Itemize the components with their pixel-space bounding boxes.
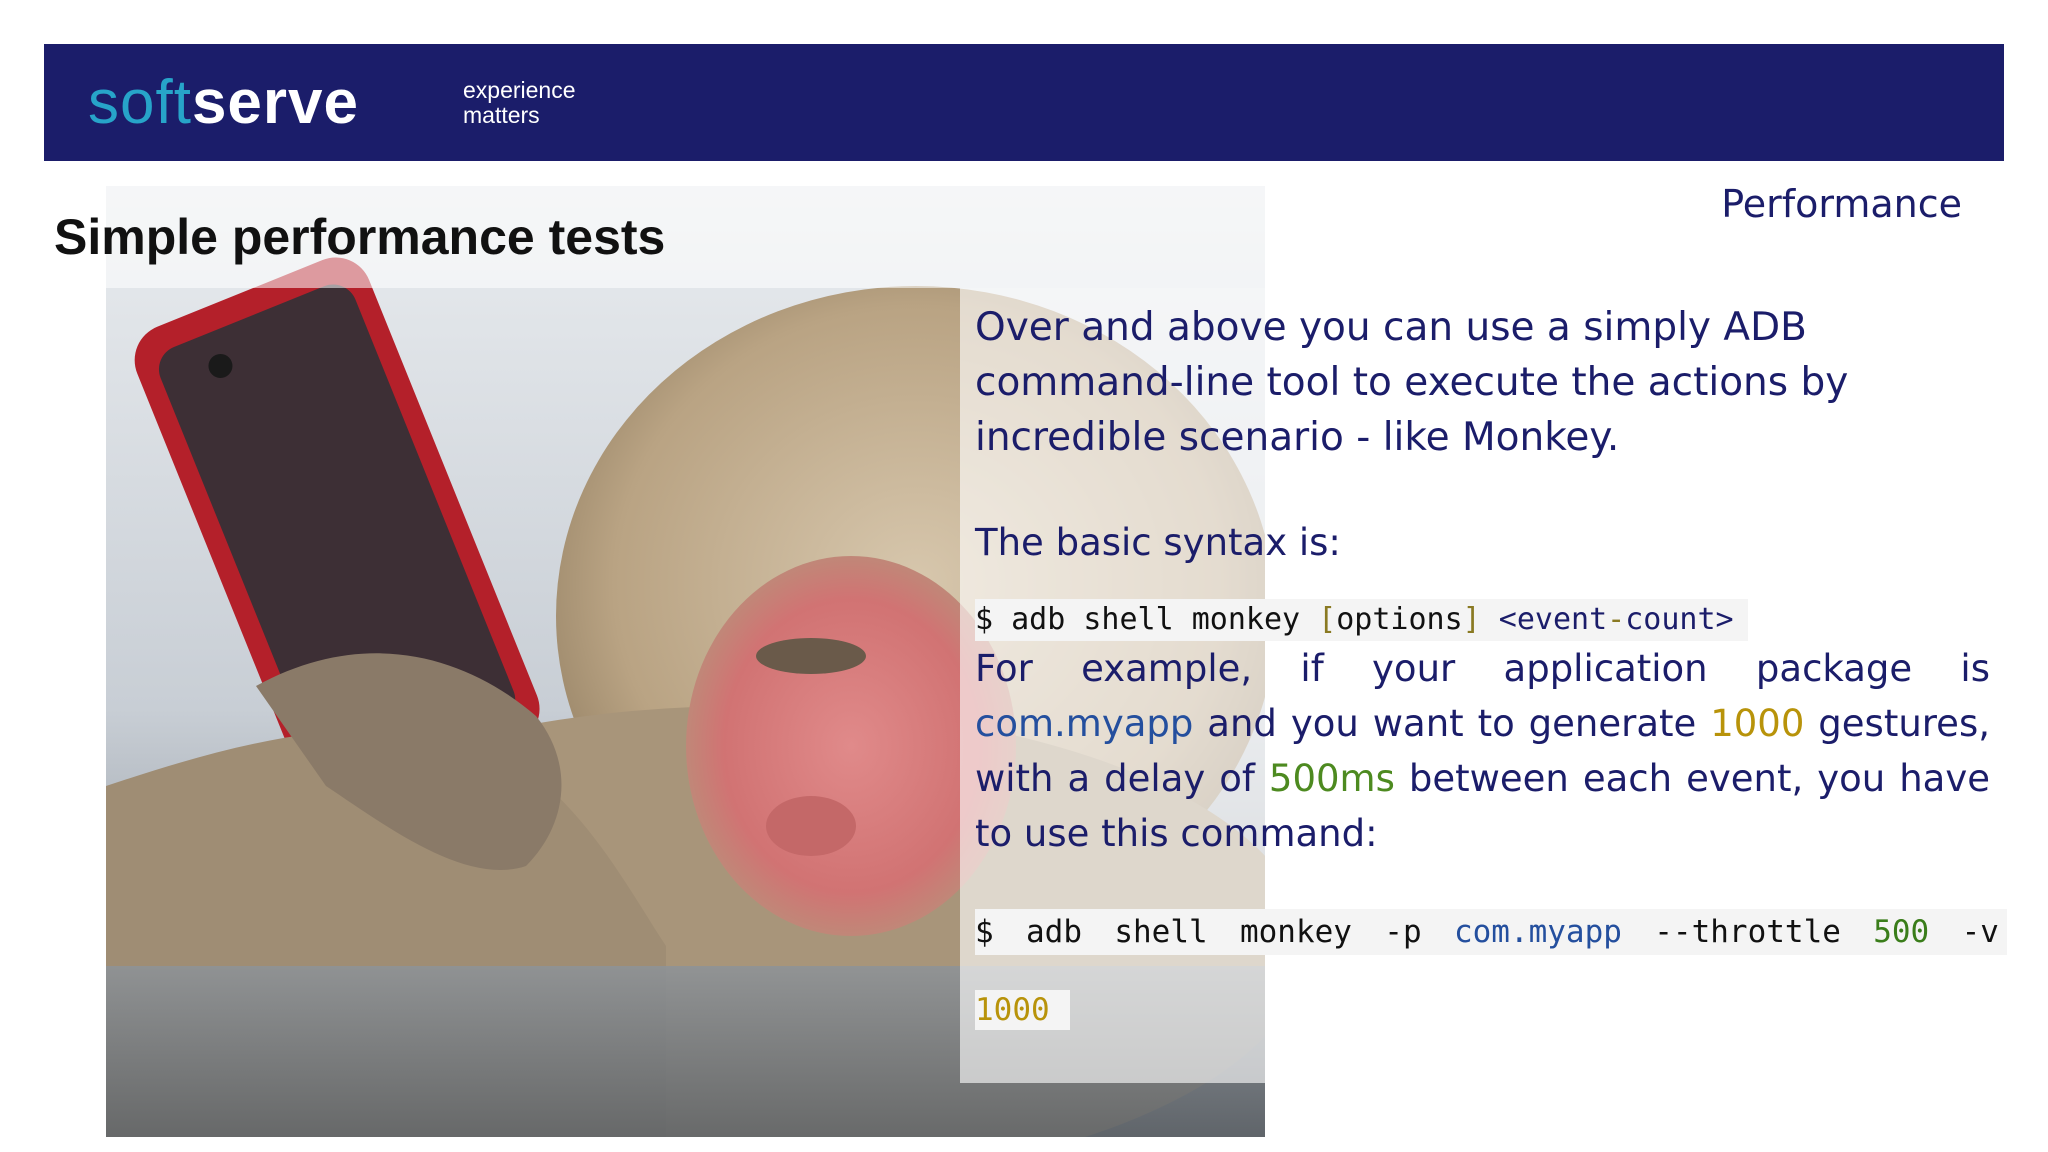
command-prompt: $ bbox=[975, 914, 994, 950]
tagline-line1: experience bbox=[463, 77, 576, 103]
syntax-options: options bbox=[1336, 602, 1463, 637]
command-package: com.myapp bbox=[1453, 914, 1622, 950]
example-text-1: For example, if your application package… bbox=[975, 647, 1990, 690]
monkey-nose bbox=[766, 796, 856, 856]
syntax-bracket-close: ] bbox=[1462, 602, 1481, 637]
command-adb: adb bbox=[1026, 914, 1082, 950]
logo-soft-text: soft bbox=[88, 68, 192, 137]
example-paragraph: For example, if your application package… bbox=[975, 641, 1990, 861]
syntax-label: The basic syntax is: bbox=[975, 521, 1341, 564]
syntax-prefix: $ adb shell monkey bbox=[975, 602, 1319, 637]
command-monkey: monkey bbox=[1239, 914, 1352, 950]
example-count: 1000 bbox=[1710, 702, 1805, 745]
command-count: 1000 bbox=[975, 992, 1050, 1028]
example-package: com.myapp bbox=[975, 702, 1194, 745]
example-text-2: and you want to generate bbox=[1193, 702, 1711, 745]
logo-tagline: experience matters bbox=[463, 78, 663, 128]
slide-title: Simple performance tests bbox=[54, 209, 666, 265]
tagline-line2: matters bbox=[463, 102, 540, 128]
intro-paragraph: Over and above you can use a simply ADB … bbox=[975, 305, 1849, 460]
syntax-event-open: <event bbox=[1498, 602, 1608, 637]
monkey-command: $ adb shell monkey -p com.myapp --thrott… bbox=[975, 909, 2007, 955]
header-bar: softserve experience matters bbox=[44, 44, 2004, 161]
syntax-event-dash: - bbox=[1607, 602, 1626, 637]
syntax-code: $ adb shell monkey [options] <event-coun… bbox=[975, 599, 1748, 641]
logo-serve-text: serve bbox=[191, 68, 359, 137]
section-label: Performance bbox=[1721, 182, 1962, 226]
syntax-space bbox=[1481, 602, 1499, 637]
command-count-line: 1000 bbox=[975, 990, 1070, 1030]
command-flag-v: -v bbox=[1961, 914, 1999, 950]
syntax-bracket-open: [ bbox=[1318, 602, 1337, 637]
example-delay: 500ms bbox=[1268, 757, 1395, 800]
syntax-event-close: count> bbox=[1625, 602, 1734, 637]
logo-wordmark: softserve bbox=[88, 68, 359, 138]
monkey-eye bbox=[756, 638, 866, 674]
command-flag-throttle: --throttle bbox=[1654, 914, 1841, 950]
command-shell: shell bbox=[1114, 914, 1208, 950]
command-flag-p: -p bbox=[1384, 914, 1422, 950]
command-throttle-value: 500 bbox=[1873, 914, 1930, 950]
slide-body: Over and above you can use a simply ADB … bbox=[975, 300, 2007, 1030]
